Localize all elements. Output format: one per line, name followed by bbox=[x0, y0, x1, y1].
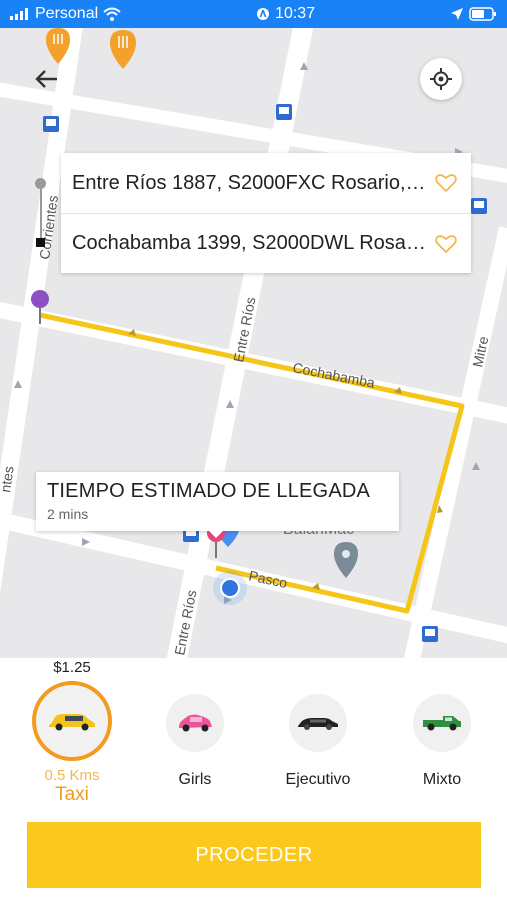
crosshair-icon bbox=[430, 68, 452, 90]
heart-icon[interactable] bbox=[435, 173, 457, 193]
status-right bbox=[450, 7, 497, 21]
back-arrow-icon bbox=[35, 70, 57, 88]
vehicle-label: Ejecutivo bbox=[285, 771, 351, 788]
vehicle-circle bbox=[166, 694, 224, 752]
origin-address-row[interactable]: Entre Ríos 1887, S2000FXC Rosario, Santa… bbox=[61, 153, 471, 213]
status-center: 10:37 bbox=[256, 5, 315, 23]
clock: 10:37 bbox=[275, 5, 316, 22]
eta-title: TIEMPO ESTIMADO DE LLEGADA bbox=[47, 480, 371, 502]
bus-stop-icon bbox=[276, 104, 292, 120]
vehicle-circle bbox=[32, 681, 112, 761]
vehicle-label: Taxi bbox=[55, 784, 89, 805]
vehicle-price: $1.25 bbox=[53, 659, 91, 676]
status-bar: Personal 10:37 bbox=[0, 0, 507, 28]
vehicle-option-taxi[interactable]: $1.25 0.5 Kms Taxi bbox=[17, 658, 127, 806]
signal-icon bbox=[10, 8, 28, 20]
vehicle-label: Girls bbox=[178, 771, 212, 788]
eta-value: 2 mins bbox=[47, 506, 89, 522]
vehicle-selector-panel: $1.25 0.5 Kms Taxi Girls Ejecutivo Mixto… bbox=[0, 658, 507, 900]
alarm-icon bbox=[257, 8, 270, 20]
bus-stop-icon bbox=[471, 198, 487, 214]
route-connector-line bbox=[40, 180, 42, 242]
executive-car-icon bbox=[298, 718, 338, 730]
destination-address: Cochabamba 1399, S2000DWL Rosario, Santa… bbox=[72, 232, 430, 254]
carrier-name: Personal bbox=[35, 5, 99, 22]
taxi-car-icon bbox=[49, 714, 95, 731]
route-destination-square bbox=[36, 238, 45, 247]
status-left: Personal bbox=[10, 5, 121, 23]
pickup-truck-icon bbox=[423, 716, 461, 731]
current-location-icon bbox=[213, 571, 247, 605]
bus-stop-icon bbox=[422, 626, 438, 642]
my-location-button[interactable] bbox=[420, 58, 462, 100]
heart-icon[interactable] bbox=[435, 234, 457, 254]
eta-card: TIEMPO ESTIMADO DE LLEGADA 2 mins bbox=[36, 472, 399, 538]
proceed-button[interactable]: PROCEDER bbox=[27, 822, 481, 888]
battery-icon bbox=[469, 7, 496, 21]
pink-car-icon bbox=[179, 714, 212, 732]
eta-pointer bbox=[208, 530, 224, 538]
vehicle-option-mixto[interactable]: Mixto bbox=[387, 658, 497, 789]
vehicle-option-ejecutivo[interactable]: Ejecutivo bbox=[263, 658, 373, 789]
address-card: Entre Ríos 1887, S2000FXC Rosario, Santa… bbox=[61, 153, 471, 273]
vehicle-option-girls[interactable]: Girls bbox=[140, 658, 250, 789]
map-canvas: Corrientes Entre Ríos Entre Ríos Cochaba… bbox=[0, 28, 507, 658]
vehicle-label: Mixto bbox=[422, 771, 462, 788]
destination-address-row[interactable]: Cochabamba 1399, S2000DWL Rosario, Santa… bbox=[61, 213, 471, 273]
wifi-icon bbox=[103, 7, 121, 21]
back-button[interactable] bbox=[32, 64, 62, 94]
origin-address: Entre Ríos 1887, S2000FXC Rosario, Santa… bbox=[72, 171, 430, 194]
map-view[interactable]: Corrientes Entre Ríos Entre Ríos Cochaba… bbox=[0, 28, 507, 658]
vehicle-circle bbox=[413, 694, 471, 752]
bus-stop-icon bbox=[43, 116, 59, 132]
location-arrow-icon bbox=[450, 8, 463, 20]
vehicle-circle bbox=[289, 694, 347, 752]
vehicle-distance: 0.5 Kms bbox=[44, 767, 100, 784]
